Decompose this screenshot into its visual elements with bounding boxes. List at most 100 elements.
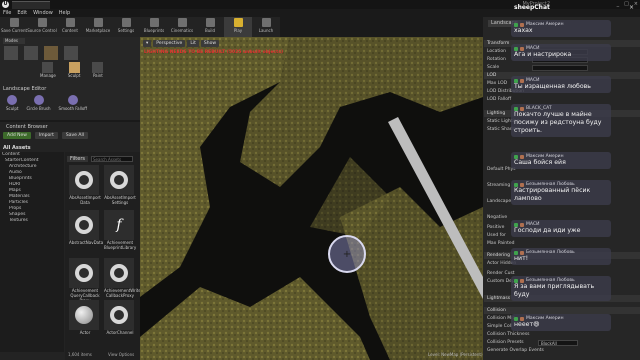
place-mode-icon[interactable] (4, 46, 18, 60)
circle-brush-icon (33, 95, 44, 105)
tab-content-browser[interactable]: Content Browser (6, 124, 140, 131)
moderator-badge-icon (514, 182, 518, 187)
gear-icon (121, 18, 131, 27)
chat-message: BLACK_CAT Покачто лучше в майне посижу из… (511, 104, 611, 137)
asset-tile[interactable]: AbsAssetImport Settings (104, 165, 136, 205)
lit-button[interactable]: Lit (187, 40, 199, 47)
avatar (520, 222, 524, 227)
build-button[interactable]: Build (196, 17, 224, 37)
details-label: Landscape (487, 199, 512, 204)
save-all-button[interactable]: Save All (61, 132, 88, 139)
asset-tile[interactable]: ActorChannel (104, 300, 136, 335)
manage-tab[interactable]: Manage (40, 62, 56, 78)
modes-icons (4, 46, 78, 60)
show-button[interactable]: Show (200, 40, 220, 47)
viewport-options-button[interactable]: ▾ (143, 40, 152, 47)
lighting-warning: LIGHTING NEEDS TO BE REBUILT (5025 unbui… (144, 50, 284, 55)
scale-field[interactable] (532, 65, 588, 71)
chat-title: sheepChat (514, 4, 550, 11)
landscape-editor-header[interactable]: Landscape Editor (3, 86, 46, 92)
details-label: Streaming (487, 183, 511, 188)
close-icon[interactable]: × (634, 1, 638, 7)
play-button[interactable]: Play (224, 17, 252, 37)
asset-tile[interactable]: AbstractNavData (69, 210, 103, 245)
moderator-badge-icon (514, 278, 518, 283)
launch-button[interactable]: Launch (252, 17, 280, 37)
asset-tile[interactable]: f Achievement BlueprintLibrary (104, 210, 136, 250)
minimize-icon[interactable]: _ (617, 1, 620, 7)
class-ring-icon (75, 216, 93, 234)
cinematics-button[interactable]: Cinematics (168, 17, 196, 37)
settings-button[interactable]: Settings (112, 17, 140, 37)
perspective-button[interactable]: Perspective (153, 40, 186, 47)
viewport-toolbar: ▾ Perspective Lit Show (143, 40, 220, 47)
breadcrumb[interactable]: All Assets (3, 145, 31, 151)
marketplace-button[interactable]: Marketplace (84, 17, 112, 37)
content-browser-buttons: Add New Import Save All (3, 132, 88, 139)
avatar (520, 106, 524, 111)
asset-tile[interactable]: AbsAssetImport Data (69, 165, 101, 205)
level-viewport[interactable] (140, 37, 483, 360)
asset-tile[interactable]: AchievementWrite CallbackProxy (104, 258, 141, 298)
menu-edit[interactable]: Edit (17, 9, 27, 17)
current-level-label: Level: NewMap (Persistent) (428, 352, 483, 357)
sculpt-tool[interactable]: Sculpt (6, 95, 19, 111)
clapper-icon (177, 18, 187, 27)
moderator-badge-icon (514, 46, 518, 51)
chat-message: Максим Америн нееет😄 (511, 314, 611, 331)
manage-icon (42, 62, 54, 73)
foliage-mode-icon[interactable] (64, 46, 78, 60)
menu-help[interactable]: Help (59, 9, 70, 17)
section-collision[interactable]: Collision (484, 307, 640, 314)
avatar (520, 316, 524, 321)
avatar (520, 182, 524, 187)
details-label: Negative (487, 215, 508, 220)
save-current-button[interactable]: Save Current (0, 17, 28, 37)
asset-tile[interactable]: Achievement QueryCallback Proxy (69, 258, 101, 303)
sculpt-icon (68, 62, 80, 73)
sculpt-tool-icon (7, 95, 18, 105)
chat-message: Максим Америн Саша бойся ейя (511, 152, 611, 169)
menu-window[interactable]: Window (33, 9, 53, 17)
moderator-badge-icon (514, 78, 518, 83)
function-icon: f (116, 217, 122, 233)
details-label: Simple Coll (487, 324, 513, 329)
filter-bar: Filters (67, 156, 133, 162)
unreal-logo-icon[interactable]: U (2, 1, 9, 8)
folder-tree: Content StarterContent Architecture Audi… (0, 152, 64, 352)
details-label: Scale (487, 65, 500, 70)
details-label: Collision Presets (487, 340, 524, 345)
chat-message: Максим Америн хахах (511, 20, 611, 37)
source-control-button[interactable]: Source Control (27, 17, 57, 37)
chat-close-icon[interactable]: × (629, 4, 634, 11)
paint-mode-icon[interactable] (24, 46, 38, 60)
filters-button[interactable]: Filters (67, 156, 88, 162)
details-label: Positive (487, 225, 505, 230)
search-assets-input[interactable] (91, 156, 133, 162)
landscape-mode-icon[interactable] (44, 46, 58, 60)
details-label: Render Cust (487, 271, 515, 276)
blueprints-button[interactable]: Blueprints (140, 17, 168, 37)
details-label: Used for (487, 233, 506, 238)
smooth-falloff-tool[interactable]: Smooth Falloff (59, 95, 87, 111)
document-tab[interactable] (12, 1, 50, 9)
sculpt-tab[interactable]: Sculpt (68, 62, 80, 78)
asset-tile[interactable]: Actor (69, 300, 101, 335)
chat-message: Безымянная Любовь Кастрированный пёсик ла… (511, 180, 611, 205)
play-icon (233, 18, 243, 27)
details-label: LOD Falloff (487, 97, 512, 102)
tab-modes[interactable]: Modes (3, 38, 25, 44)
menu-file[interactable]: File (3, 9, 11, 17)
content-button[interactable]: Content (56, 17, 84, 37)
view-options-button[interactable]: View Options (108, 352, 134, 357)
collision-presets-select[interactable]: BlockAll (538, 340, 578, 346)
details-label: Max Painted (487, 241, 515, 246)
paint-tab[interactable]: Paint (92, 62, 104, 78)
import-button[interactable]: Import (34, 132, 58, 139)
moderator-badge-icon (514, 316, 518, 321)
add-new-button[interactable]: Add New (3, 132, 31, 139)
circle-brush-tool[interactable]: Circle Brush (27, 95, 51, 111)
landscape-tools: Sculpt Circle Brush Smooth Falloff (6, 95, 87, 111)
details-label: Generate Overlap Events (487, 348, 544, 353)
tree-item[interactable]: Textures (0, 218, 64, 224)
